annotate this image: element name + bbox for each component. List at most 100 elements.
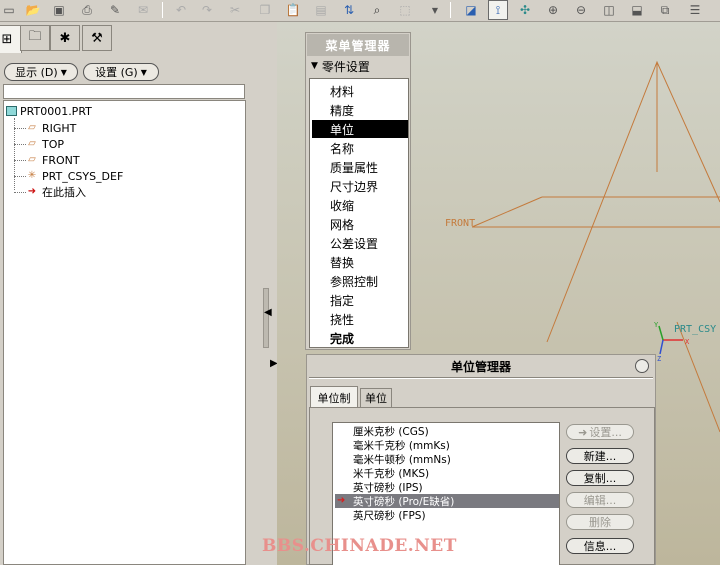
dropdown-icon[interactable]: ▼ xyxy=(426,1,444,19)
mail-icon[interactable]: ✉ xyxy=(134,1,152,19)
unit-system-item[interactable]: 英寸磅秒 (IPS) xyxy=(335,480,559,494)
paste-icon[interactable]: 📋 xyxy=(284,1,302,19)
find-icon[interactable]: ⌕ xyxy=(368,1,386,19)
datum-plane-edge-right xyxy=(676,321,720,433)
tree-item-front[interactable]: ▱ FRONT xyxy=(25,152,79,168)
close-icon[interactable] xyxy=(635,359,649,373)
unit-system-item[interactable]: 毫米牛顿秒 (mmNs) xyxy=(335,452,559,466)
unit-manager-title: 单位管理器 xyxy=(307,355,655,377)
sketch-icon[interactable]: ◪ xyxy=(462,1,480,19)
folder-browser-tab-icon[interactable]: 🗀 xyxy=(20,25,50,51)
copy-button[interactable]: 复制... xyxy=(566,470,634,486)
menu-item-accuracy[interactable]: 精度 xyxy=(312,101,408,119)
menu-item-ref-control[interactable]: 参照控制 xyxy=(312,272,408,290)
menu-item-shrinkage[interactable]: 收缩 xyxy=(312,196,408,214)
tree-item-insert-here[interactable]: ➜ 在此插入 xyxy=(25,184,86,200)
tree-item-right[interactable]: ▱ RIGHT xyxy=(25,120,76,136)
connections-tab-icon[interactable]: ⚒ xyxy=(82,25,112,51)
menu-item-units[interactable]: 单位 xyxy=(312,120,408,138)
new-button[interactable]: 新建... xyxy=(566,448,634,464)
tab-unit-systems[interactable]: 单位制 xyxy=(310,386,358,408)
menu-item-flexibility[interactable]: 挠性 xyxy=(312,310,408,328)
menu-item-material[interactable]: 材料 xyxy=(312,82,408,100)
toolbar-separator xyxy=(162,2,163,18)
info-button[interactable]: 信息... xyxy=(566,538,634,554)
navigator-tabs: ⊞ 🗀 ✱ ⚒ xyxy=(0,25,262,53)
datum-display-icon[interactable]: ⟟ xyxy=(488,0,508,20)
menu-item-designate[interactable]: 指定 xyxy=(312,291,408,309)
unit-system-item[interactable]: 厘米克秒 (CGS) xyxy=(335,424,559,438)
tree-item-top[interactable]: ▱ TOP xyxy=(25,136,64,152)
collapse-left-icon[interactable]: ◀ xyxy=(264,307,272,318)
csys-y-label: Y xyxy=(654,321,659,329)
edit-button[interactable]: 编辑... xyxy=(566,492,634,508)
set-button-label: 设置... xyxy=(589,426,622,439)
view-manager-icon[interactable]: ⧉ xyxy=(656,1,674,19)
tree-item-part[interactable]: PRT0001.PRT xyxy=(6,103,92,119)
chevron-down-icon: ▼ xyxy=(140,67,147,77)
front-plane-label: FRONT xyxy=(445,218,475,229)
csys-z-label: Z xyxy=(657,355,661,363)
redo-icon[interactable]: ↷ xyxy=(198,1,216,19)
csys-icon: ✳ xyxy=(27,170,37,181)
open-icon[interactable]: 📂 xyxy=(24,1,42,19)
favorites-tab-icon[interactable]: ✱ xyxy=(50,25,80,51)
refit-icon[interactable]: ◫ xyxy=(600,1,618,19)
splitter-handle[interactable] xyxy=(263,288,269,348)
zoom-in-icon[interactable]: ⊕ xyxy=(544,1,562,19)
zoom-out-icon[interactable]: ⊖ xyxy=(572,1,590,19)
part-setup-menu-list: 材料 精度 单位 名称 质量属性 尺寸边界 收缩 网格 公差设置 替换 参照控制… xyxy=(309,78,409,348)
part-setup-header[interactable]: ▼ 零件设置 xyxy=(307,56,409,76)
unit-system-item[interactable]: 毫米千克秒 (mmKs) xyxy=(335,438,559,452)
unit-system-item[interactable]: 米千克秒 (MKS) xyxy=(335,466,559,480)
copy-icon[interactable]: ❐ xyxy=(256,1,274,19)
menu-item-tolerance-setup[interactable]: 公差设置 xyxy=(312,234,408,252)
tab-units[interactable]: 单位 xyxy=(360,388,392,407)
insert-here-arrow-icon: ➜ xyxy=(27,186,37,197)
new-icon[interactable]: ▭ xyxy=(0,1,18,19)
orient-icon[interactable]: ⬓ xyxy=(628,1,646,19)
show-button[interactable]: 显示 (D) ▼ xyxy=(4,63,78,81)
tree-item-label: PRT_CSYS_DEF xyxy=(42,169,124,183)
settings-button[interactable]: 设置 (G) ▼ xyxy=(83,63,159,81)
show-button-label: 显示 (D) xyxy=(15,66,58,79)
print-icon[interactable]: ⎙ xyxy=(78,1,96,19)
tree-item-csys[interactable]: ✳ PRT_CSYS_DEF xyxy=(25,168,124,184)
chevron-down-icon: ▼ xyxy=(60,67,67,77)
paste-special-icon[interactable]: ▤ xyxy=(312,1,330,19)
menu-manager: 菜单管理器 ▼ 零件设置 材料 精度 单位 名称 质量属性 尺寸边界 收缩 网格… xyxy=(305,32,411,350)
unit-manager-dialog: 单位管理器 单位制 单位 厘米克秒 (CGS) 毫米千克秒 (mmKs) 毫米牛… xyxy=(306,354,656,565)
menu-item-replace[interactable]: 替换 xyxy=(312,253,408,271)
spin-center-icon[interactable]: ✣ xyxy=(516,1,534,19)
undo-icon[interactable]: ↶ xyxy=(172,1,190,19)
delete-button[interactable]: 删除 xyxy=(566,514,634,530)
menu-item-done[interactable]: 完成 xyxy=(312,329,408,347)
menu-item-mesh[interactable]: 网格 xyxy=(312,215,408,233)
layers-icon[interactable]: ☰ xyxy=(686,1,704,19)
datum-plane-edge-top xyxy=(546,60,720,343)
settings-button-label: 设置 (G) xyxy=(95,66,138,79)
send-icon[interactable]: ✎ xyxy=(106,1,124,19)
main-toolbar: ▭ 📂 ▣ ⎙ ✎ ✉ ↶ ↷ ✂ ❐ 📋 ▤ ⇅ ⌕ ⬚ ▼ ◪ ⟟ ✣ ⊕ … xyxy=(0,0,720,22)
unit-system-item[interactable]: 英尺磅秒 (FPS) xyxy=(335,508,559,522)
tree-item-label: RIGHT xyxy=(42,121,77,135)
model-tree-filter-bar[interactable] xyxy=(3,84,245,99)
set-button[interactable]: ➜ 设置... xyxy=(566,424,634,440)
menu-item-dim-bound[interactable]: 尺寸边界 xyxy=(312,177,408,195)
model-tree-controls: 显示 (D) ▼ 设置 (G) ▼ xyxy=(0,54,262,84)
triangle-down-icon: ▼ xyxy=(311,61,318,71)
menu-item-mass-props[interactable]: 质量属性 xyxy=(312,158,408,176)
regenerate-icon[interactable]: ⇅ xyxy=(340,1,358,19)
save-icon[interactable]: ▣ xyxy=(50,1,68,19)
part-setup-label: 零件设置 xyxy=(321,59,370,74)
select-box-icon[interactable]: ⬚ xyxy=(396,1,414,19)
menu-item-name[interactable]: 名称 xyxy=(312,139,408,157)
unit-system-label: 英寸磅秒 (Pro/E缺省) xyxy=(353,495,455,508)
datum-plane-icon: ▱ xyxy=(28,154,36,165)
unit-system-item-selected[interactable]: ➜ 英寸磅秒 (Pro/E缺省) xyxy=(335,494,559,508)
panel-splitter[interactable]: ◀ ▶ xyxy=(262,22,278,565)
cut-icon[interactable]: ✂ xyxy=(226,1,244,19)
tree-item-label: 在此插入 xyxy=(42,186,86,199)
watermark-text: BBS.CHINADE.NET xyxy=(262,536,457,556)
model-tree-tab-icon[interactable]: ⊞ xyxy=(0,25,22,53)
